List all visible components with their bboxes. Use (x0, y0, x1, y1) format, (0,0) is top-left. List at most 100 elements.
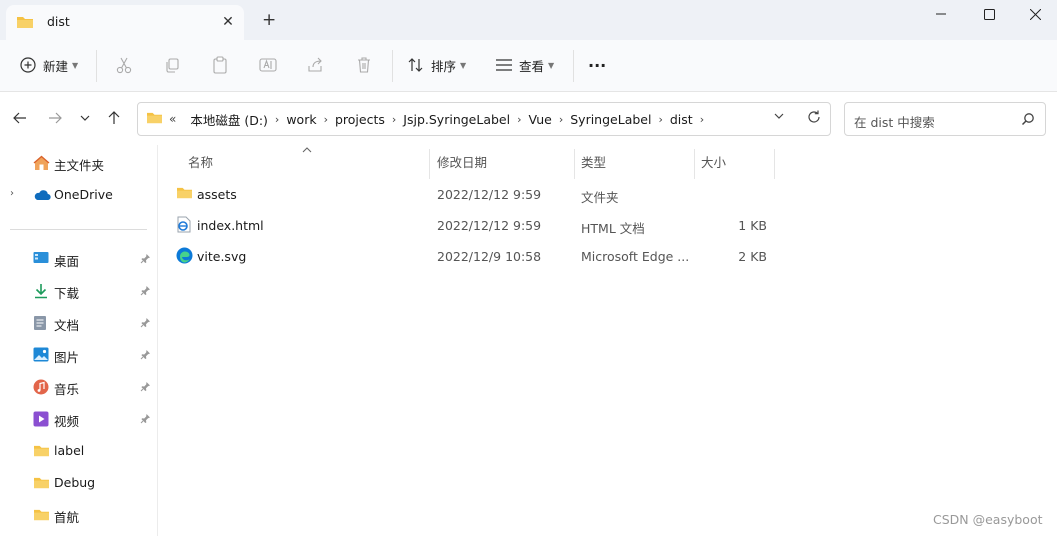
sidebar-item-label: 音乐 (54, 382, 80, 397)
breadcrumb-dist[interactable]: dist (670, 112, 693, 127)
sidebar-divider (10, 229, 147, 230)
column-size-label: 大小 (701, 154, 727, 170)
pin-icon[interactable] (140, 412, 151, 427)
sidebar-item-shouhang-folder[interactable]: 首航 (0, 501, 156, 529)
rename-button[interactable] (258, 50, 278, 80)
chevron-right-icon[interactable]: › (324, 113, 328, 126)
folder-icon (33, 475, 50, 493)
title-bar: dist ✕ + (0, 0, 1057, 40)
tab-dist[interactable]: dist ✕ (6, 5, 244, 40)
file-list: 名称 修改日期 类型 大小 assets 2022/12/12 9:59 文件夹… (158, 145, 1057, 536)
sidebar-item-label: OneDrive (54, 187, 113, 202)
more-options-button[interactable]: ··· (588, 50, 606, 80)
address-history-chevron-icon[interactable] (774, 111, 784, 122)
table-row[interactable]: index.html 2022/12/12 9:59 HTML 文档 1 KB (158, 210, 1057, 240)
pin-icon[interactable] (140, 348, 151, 363)
file-name: vite.svg (197, 249, 247, 264)
rename-icon (258, 55, 278, 75)
command-bar: 新建 ▼ 排序 ▼ 查看 ▼ ··· (0, 40, 1057, 92)
sidebar-item-home[interactable]: 主文件夹 (0, 149, 156, 177)
column-divider[interactable] (774, 149, 775, 179)
sidebar-item-label: 下载 (54, 286, 80, 301)
chevron-right-icon[interactable]: › (392, 113, 396, 126)
column-type-label: 类型 (581, 154, 607, 170)
sidebar-item-videos[interactable]: 视频 (0, 405, 156, 433)
toolbar-divider (96, 50, 97, 82)
folder-icon (33, 507, 50, 525)
sidebar-item-pictures[interactable]: 图片 (0, 341, 156, 369)
back-button[interactable] (9, 107, 31, 129)
chevron-right-icon[interactable]: › (10, 188, 14, 199)
sidebar-item-label-folder[interactable]: label (0, 437, 156, 465)
breadcrumb-vue[interactable]: Vue (529, 112, 552, 127)
chevron-right-icon[interactable]: › (517, 113, 521, 126)
address-bar[interactable]: « 本地磁盘 (D:) › work › projects › Jsjp.Syr… (137, 102, 831, 136)
column-header-name[interactable]: 名称 (188, 145, 428, 177)
sidebar-item-music[interactable]: 音乐 (0, 373, 156, 401)
breadcrumb-projects[interactable]: projects (335, 112, 385, 127)
breadcrumb-overflow[interactable]: « (169, 112, 176, 126)
column-divider[interactable] (694, 149, 695, 179)
navigation-bar: « 本地磁盘 (D:) › work › projects › Jsjp.Syr… (0, 93, 1057, 145)
refresh-icon[interactable] (806, 109, 822, 128)
view-label: 查看 (519, 58, 545, 74)
search-icon[interactable] (1021, 112, 1035, 129)
breadcrumb-drive[interactable]: 本地磁盘 (D:) (190, 110, 268, 129)
chevron-right-icon[interactable]: › (275, 113, 279, 126)
cut-button[interactable] (114, 50, 134, 80)
breadcrumb-syringelabel[interactable]: SyringeLabel (570, 112, 651, 127)
scissors-icon (114, 55, 134, 75)
forward-button[interactable] (44, 107, 66, 129)
column-header-size[interactable]: 大小 (701, 145, 773, 177)
arrow-right-icon (49, 112, 62, 124)
delete-button[interactable] (354, 50, 374, 80)
pin-icon[interactable] (140, 316, 151, 331)
file-type: Microsoft Edge ... (581, 249, 690, 264)
column-header-date[interactable]: 修改日期 (437, 145, 573, 177)
pin-icon[interactable] (140, 252, 151, 267)
minimize-button[interactable] (918, 2, 964, 26)
column-divider[interactable] (429, 149, 430, 179)
column-divider[interactable] (574, 149, 575, 179)
folder-icon (176, 185, 193, 203)
search-input[interactable]: 在 dist 中搜索 (844, 102, 1046, 136)
trash-icon (354, 55, 374, 75)
sidebar-item-documents[interactable]: 文档 (0, 309, 156, 337)
paste-button[interactable] (210, 50, 230, 80)
close-icon (1029, 8, 1041, 20)
sidebar-item-debug-folder[interactable]: Debug (0, 469, 156, 497)
copy-button[interactable] (162, 50, 182, 80)
sidebar-item-downloads[interactable]: 下载 (0, 277, 156, 305)
breadcrumb-jsjp[interactable]: Jsjp.SyringeLabel (403, 112, 510, 127)
close-tab-icon[interactable]: ✕ (219, 13, 237, 31)
maximize-button[interactable] (966, 2, 1012, 26)
pin-icon[interactable] (140, 284, 151, 299)
download-icon (33, 283, 49, 302)
chevron-right-icon[interactable]: › (700, 113, 704, 126)
column-header-type[interactable]: 类型 (581, 145, 693, 177)
navigation-pane: 主文件夹 › OneDrive 桌面 下载 文档 图片 音乐 视频 label … (0, 145, 158, 536)
up-button[interactable] (103, 107, 125, 129)
share-button[interactable] (306, 50, 326, 80)
chevron-right-icon[interactable]: › (658, 113, 662, 126)
new-tab-button[interactable]: + (262, 11, 276, 29)
sidebar-item-desktop[interactable]: 桌面 (0, 245, 156, 273)
recent-locations-button[interactable] (74, 107, 96, 129)
view-button[interactable]: 查看 ▼ (494, 50, 554, 80)
chevron-right-icon[interactable]: › (559, 113, 563, 126)
file-size: 2 KB (738, 249, 767, 264)
sidebar-item-onedrive[interactable]: › OneDrive (0, 181, 156, 209)
sidebar-item-label: label (54, 443, 85, 458)
sort-button[interactable]: 排序 ▼ (406, 50, 466, 80)
file-name: assets (197, 187, 237, 202)
new-button[interactable]: 新建 ▼ (18, 50, 78, 80)
file-type: HTML 文档 (581, 221, 645, 236)
desktop-icon (33, 251, 49, 268)
plus-circle-icon (18, 55, 38, 75)
table-row[interactable]: assets 2022/12/12 9:59 文件夹 (158, 179, 1057, 209)
close-window-button[interactable] (1012, 2, 1057, 26)
pin-icon[interactable] (140, 380, 151, 395)
table-row[interactable]: vite.svg 2022/12/9 10:58 Microsoft Edge … (158, 241, 1057, 271)
breadcrumb-work[interactable]: work (286, 112, 316, 127)
file-date: 2022/12/9 10:58 (437, 249, 542, 264)
